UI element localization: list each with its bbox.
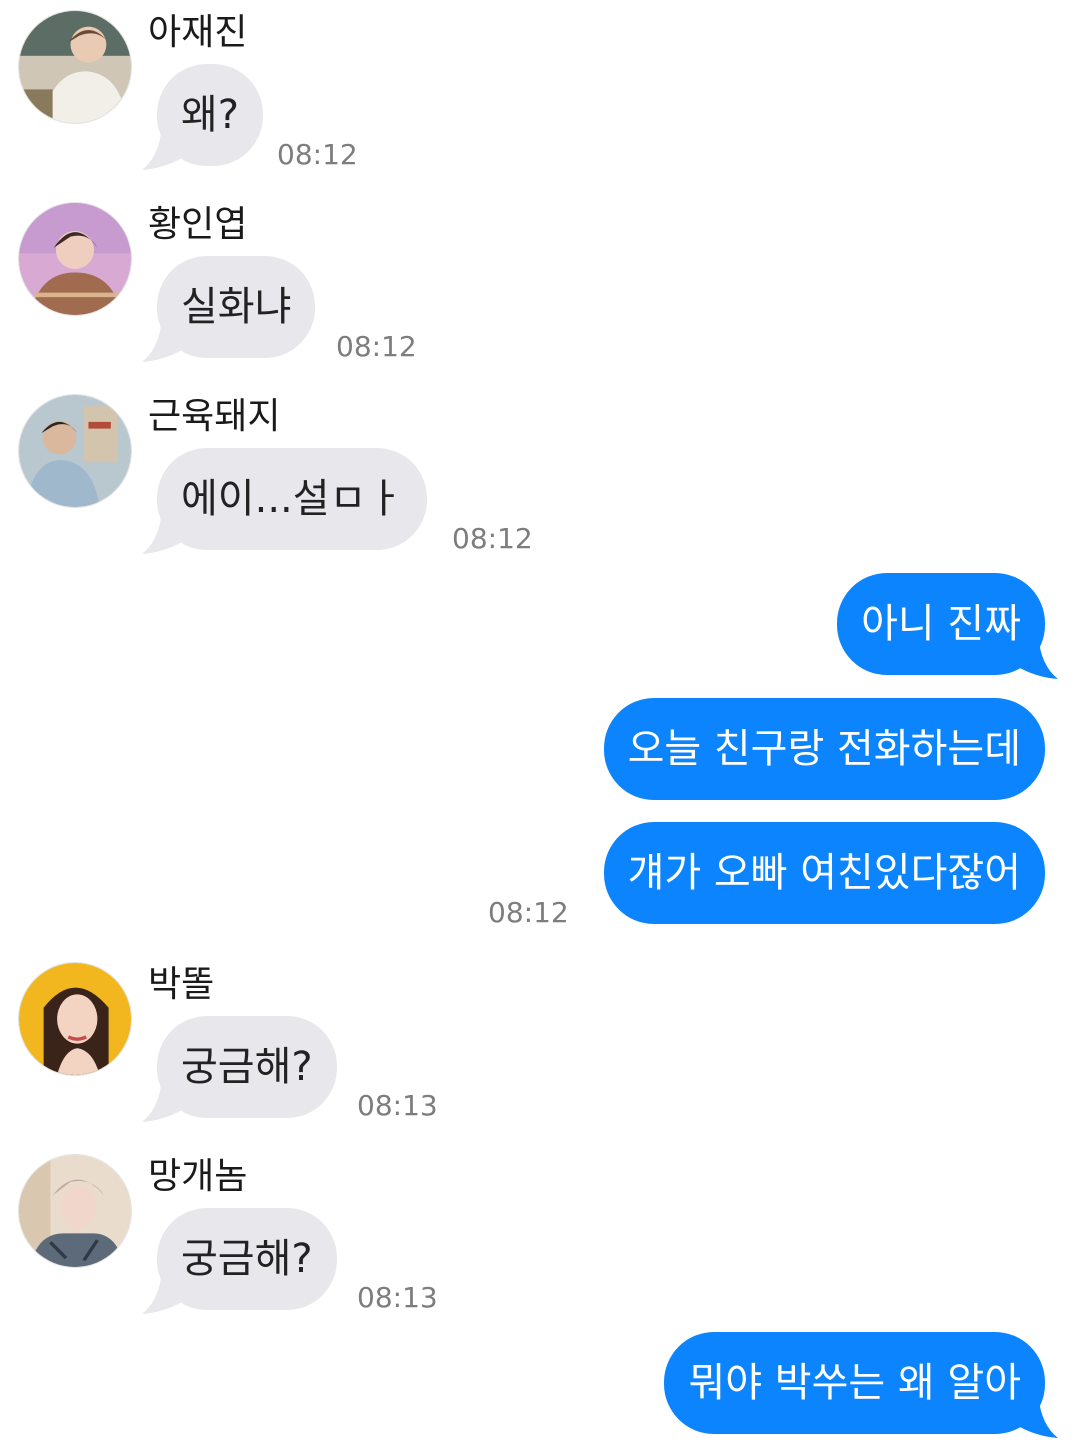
message-bubble-incoming[interactable]: 궁금해? bbox=[157, 1016, 337, 1118]
sender-name: 근육돼지 bbox=[148, 396, 281, 437]
avatar-photo-3 bbox=[19, 395, 131, 507]
timestamp: 08:13 bbox=[357, 1089, 438, 1122]
sender-name: 망개놈 bbox=[148, 1156, 248, 1197]
message-bubble-incoming[interactable]: 궁금해? bbox=[157, 1208, 337, 1310]
avatar[interactable] bbox=[18, 10, 132, 124]
timestamp: 08:12 bbox=[336, 330, 417, 363]
avatar-photo-2 bbox=[19, 203, 131, 315]
timestamp: 08:13 bbox=[357, 1281, 438, 1314]
avatar[interactable] bbox=[18, 1154, 132, 1268]
avatar[interactable] bbox=[18, 394, 132, 508]
timestamp: 08:12 bbox=[277, 138, 358, 171]
message-bubble-outgoing[interactable]: 걔가 오빠 여친있다잖어 bbox=[603, 822, 1045, 924]
avatar-photo-5 bbox=[19, 1155, 131, 1267]
avatar-photo-4 bbox=[19, 963, 131, 1075]
message-bubble-outgoing[interactable]: 오늘 친구랑 전화하는데 bbox=[603, 698, 1045, 800]
message-bubble-incoming[interactable]: 실화냐 bbox=[157, 256, 316, 358]
sender-name: 아재진 bbox=[148, 12, 248, 53]
avatar-photo-1 bbox=[19, 11, 131, 123]
chat-thread: 아재진 왜? 08:12 황인엽 실화냐 08:12 근육돼지 에이...설ㅁㅏ… bbox=[0, 0, 1080, 1454]
timestamp: 08:12 bbox=[452, 522, 533, 555]
sender-name: 박똘 bbox=[148, 964, 215, 1005]
timestamp: 08:12 bbox=[488, 896, 569, 929]
message-bubble-outgoing[interactable]: 아니 진짜 bbox=[837, 573, 1045, 675]
message-bubble-incoming[interactable]: 왜? bbox=[157, 64, 264, 166]
avatar[interactable] bbox=[18, 202, 132, 316]
message-bubble-outgoing[interactable]: 뭐야 박쑤는 왜 알아 bbox=[664, 1332, 1045, 1434]
avatar[interactable] bbox=[18, 962, 132, 1076]
message-bubble-incoming[interactable]: 에이...설ㅁㅏ bbox=[157, 448, 428, 550]
sender-name: 황인엽 bbox=[148, 204, 248, 245]
